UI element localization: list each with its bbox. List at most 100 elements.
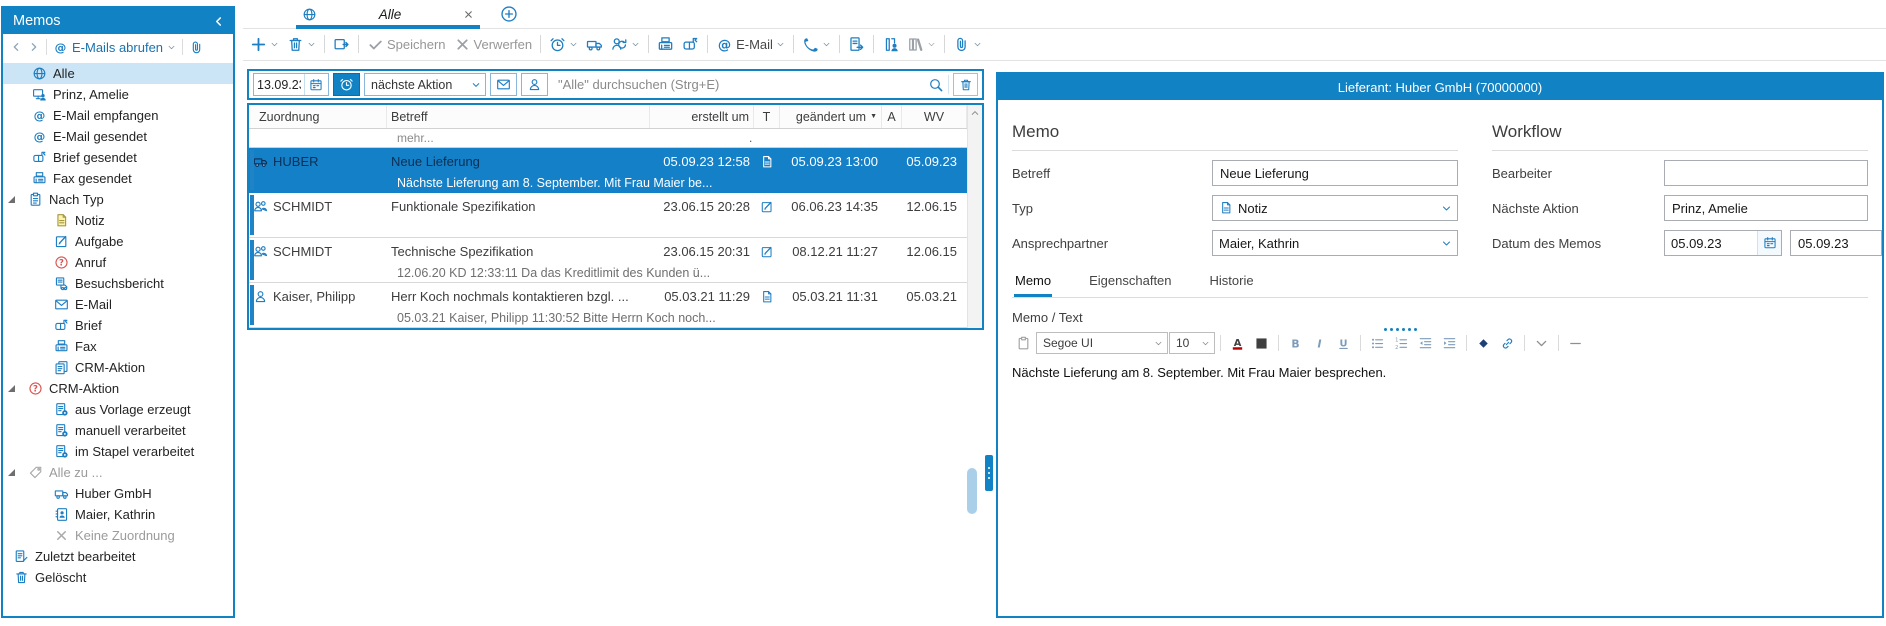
sidebar-item-zuletzt-bearbeitet[interactable]: Zuletzt bearbeitet <box>3 546 233 567</box>
scroll-up-icon[interactable] <box>970 108 980 328</box>
email-filter-button[interactable] <box>490 73 517 96</box>
toolbar-phone-button[interactable] <box>798 34 835 55</box>
sidebar-item-im-stapel-verarbeitet[interactable]: im Stapel verarbeitet <box>3 441 233 462</box>
sidebar-item-notiz[interactable]: Notiz <box>3 210 233 231</box>
toolbar-speichern-button[interactable]: Speichern <box>363 34 450 55</box>
contact-filter-button[interactable] <box>521 73 548 96</box>
toolbar-fax-button[interactable] <box>653 34 678 55</box>
memo-row-kaiser-philipp-4[interactable]: Kaiser, PhilippHerr Koch nochmals kontak… <box>249 283 967 328</box>
close-tab-icon[interactable] <box>463 9 474 20</box>
search-input[interactable] <box>552 77 924 92</box>
collapse-sidebar-icon[interactable] <box>212 15 225 28</box>
sidebar-item-keine-zuordnung[interactable]: Keine Zuordnung <box>3 525 233 546</box>
tab-memo[interactable]: Memo <box>1014 270 1052 297</box>
toolbar-e-mail-button[interactable]: @E-Mail <box>712 34 789 55</box>
editor-link-button[interactable] <box>1496 332 1519 354</box>
toolbar-mailbox-button[interactable] <box>678 34 703 55</box>
collapse-handle[interactable] <box>1384 328 1417 331</box>
toolbar-books-button[interactable] <box>903 34 940 55</box>
sidebar-item-fax-gesendet[interactable]: Fax gesendet <box>3 168 233 189</box>
column-header-zuordnung[interactable]: Zuordnung <box>249 105 387 128</box>
editor-indent-button[interactable] <box>1438 332 1461 354</box>
column-header-betreff[interactable]: Betreff <box>387 105 650 128</box>
clear-filter-button[interactable] <box>953 73 978 96</box>
memo-row-huber-1[interactable]: HUBERNeue Lieferung05.09.23 12:5805.09.2… <box>249 148 967 193</box>
toolbar-paperclip-button[interactable] <box>949 34 986 55</box>
sidebar-item-manuell-verarbeitet[interactable]: manuell verarbeitet <box>3 420 233 441</box>
sidebar-item-alle[interactable]: Alle <box>3 63 233 84</box>
sidebar-item-crm-aktion[interactable]: CRM-Aktion <box>3 357 233 378</box>
memo-date-input[interactable] <box>1665 236 1757 251</box>
action-filter-dropdown[interactable]: nächste Aktion <box>364 73 486 96</box>
fetch-emails-button[interactable]: @ E-Mails abrufen <box>53 40 176 55</box>
sidebar-item-brief[interactable]: Brief <box>3 315 233 336</box>
sidebar-item-huber-gmbh[interactable]: Huber GmbH <box>3 483 233 504</box>
naechste-aktion-input[interactable] <box>1664 195 1868 221</box>
sidebar-item-e-mail-gesendet[interactable]: @E-Mail gesendet <box>3 126 233 147</box>
editor-font-family-select[interactable]: Segoe UI <box>1036 332 1168 354</box>
toolbar-window-forward-button[interactable] <box>329 34 354 55</box>
attachment-button[interactable] <box>189 40 204 55</box>
sidebar-item-prinz-amelie[interactable]: Prinz, Amelie <box>3 84 233 105</box>
editor-dash-button[interactable] <box>1564 332 1587 354</box>
toolbar-add-button[interactable] <box>246 34 283 55</box>
editor-bullets-button[interactable] <box>1366 332 1389 354</box>
editor-paste-button[interactable] <box>1012 332 1035 354</box>
toolbar-person-refresh-button[interactable] <box>607 34 644 55</box>
sidebar-item-crm-aktion[interactable]: ?CRM-Aktion <box>3 378 233 399</box>
toolbar-alarm-button[interactable] <box>545 34 582 55</box>
sidebar-item-gelöscht[interactable]: Gelöscht <box>3 567 233 588</box>
column-header-geändert-um[interactable]: geändert um▼ <box>780 105 882 128</box>
expander-icon[interactable] <box>8 469 15 476</box>
editor-outdent-button[interactable] <box>1414 332 1437 354</box>
editor-font-size-select[interactable]: 10 <box>1169 332 1215 354</box>
sidebar-item-aufgabe[interactable]: Aufgabe <box>3 231 233 252</box>
splitter-scrollbar-thumb[interactable] <box>967 468 977 514</box>
sidebar-item-anruf[interactable]: ?Anruf <box>3 252 233 273</box>
editor-numbering-button[interactable]: 12 <box>1390 332 1413 354</box>
toolbar-doc-forward-button[interactable] <box>844 34 869 55</box>
toolbar-trash-button[interactable] <box>283 34 320 55</box>
tab-historie[interactable]: Historie <box>1209 270 1255 297</box>
expander-icon[interactable] <box>8 196 15 203</box>
tab-alle[interactable]: Alle <box>296 3 480 25</box>
toolbar-truck-button[interactable] <box>582 34 607 55</box>
new-tab-button[interactable] <box>500 5 518 23</box>
next-action-toggle-button[interactable] <box>333 73 360 96</box>
memo-date-calendar-button[interactable] <box>1757 231 1781 255</box>
column-header-wv[interactable]: WV <box>902 105 967 128</box>
memo-date-secondary-input[interactable] <box>1790 230 1882 256</box>
editor-bold-button[interactable]: B <box>1284 332 1307 354</box>
sidebar-item-maier-kathrin[interactable]: Maier, Kathrin <box>3 504 233 525</box>
sidebar-item-e-mail-empfangen[interactable]: @E-Mail empfangen <box>3 105 233 126</box>
sidebar-item-e-mail[interactable]: E-Mail <box>3 294 233 315</box>
back-button[interactable] <box>10 41 22 53</box>
sidebar-item-besuchsbericht[interactable]: Besuchsbericht <box>3 273 233 294</box>
date-filter-input[interactable] <box>254 78 304 92</box>
list-scrollbar[interactable] <box>967 105 982 328</box>
editor-italic-button[interactable]: I <box>1308 332 1331 354</box>
editor-font-color-button[interactable]: A <box>1226 332 1249 354</box>
calendar-icon[interactable] <box>304 74 326 95</box>
memo-text-editor[interactable]: Nächste Lieferung am 8. September. Mit F… <box>1012 365 1868 616</box>
bearbeiter-input[interactable] <box>1664 160 1868 186</box>
ansprechpartner-dropdown[interactable]: Maier, Kathrin <box>1212 230 1458 256</box>
editor-chevron-down-button[interactable] <box>1530 332 1553 354</box>
sidebar-item-aus-vorlage-erzeugt[interactable]: aus Vorlage erzeugt <box>3 399 233 420</box>
typ-dropdown[interactable]: Notiz <box>1212 195 1458 221</box>
editor-underline-button[interactable]: U <box>1332 332 1355 354</box>
sidebar-item-nach-typ[interactable]: Nach Typ <box>3 189 233 210</box>
toolbar-column-person-button[interactable] <box>878 34 903 55</box>
forward-button[interactable] <box>28 41 40 53</box>
editor-diamond-button[interactable] <box>1472 332 1495 354</box>
toolbar-verwerfen-button[interactable]: Verwerfen <box>450 34 537 55</box>
column-header-a[interactable]: A <box>882 105 902 128</box>
column-header-t[interactable]: T <box>754 105 780 128</box>
sidebar-item-alle-zu[interactable]: Alle zu ... <box>3 462 233 483</box>
editor-fill-color-button[interactable] <box>1250 332 1273 354</box>
memo-row-schmidt-2[interactable]: SCHMIDTFunktionale Spezifikation23.06.15… <box>249 193 967 238</box>
memo-row-schmidt-3[interactable]: SCHMIDTTechnische Spezifikation23.06.15 … <box>249 238 967 283</box>
filter-more-link[interactable]: mehr... <box>397 131 434 145</box>
tab-eigenschaften[interactable]: Eigenschaften <box>1088 270 1172 297</box>
sidebar-item-brief-gesendet[interactable]: Brief gesendet <box>3 147 233 168</box>
